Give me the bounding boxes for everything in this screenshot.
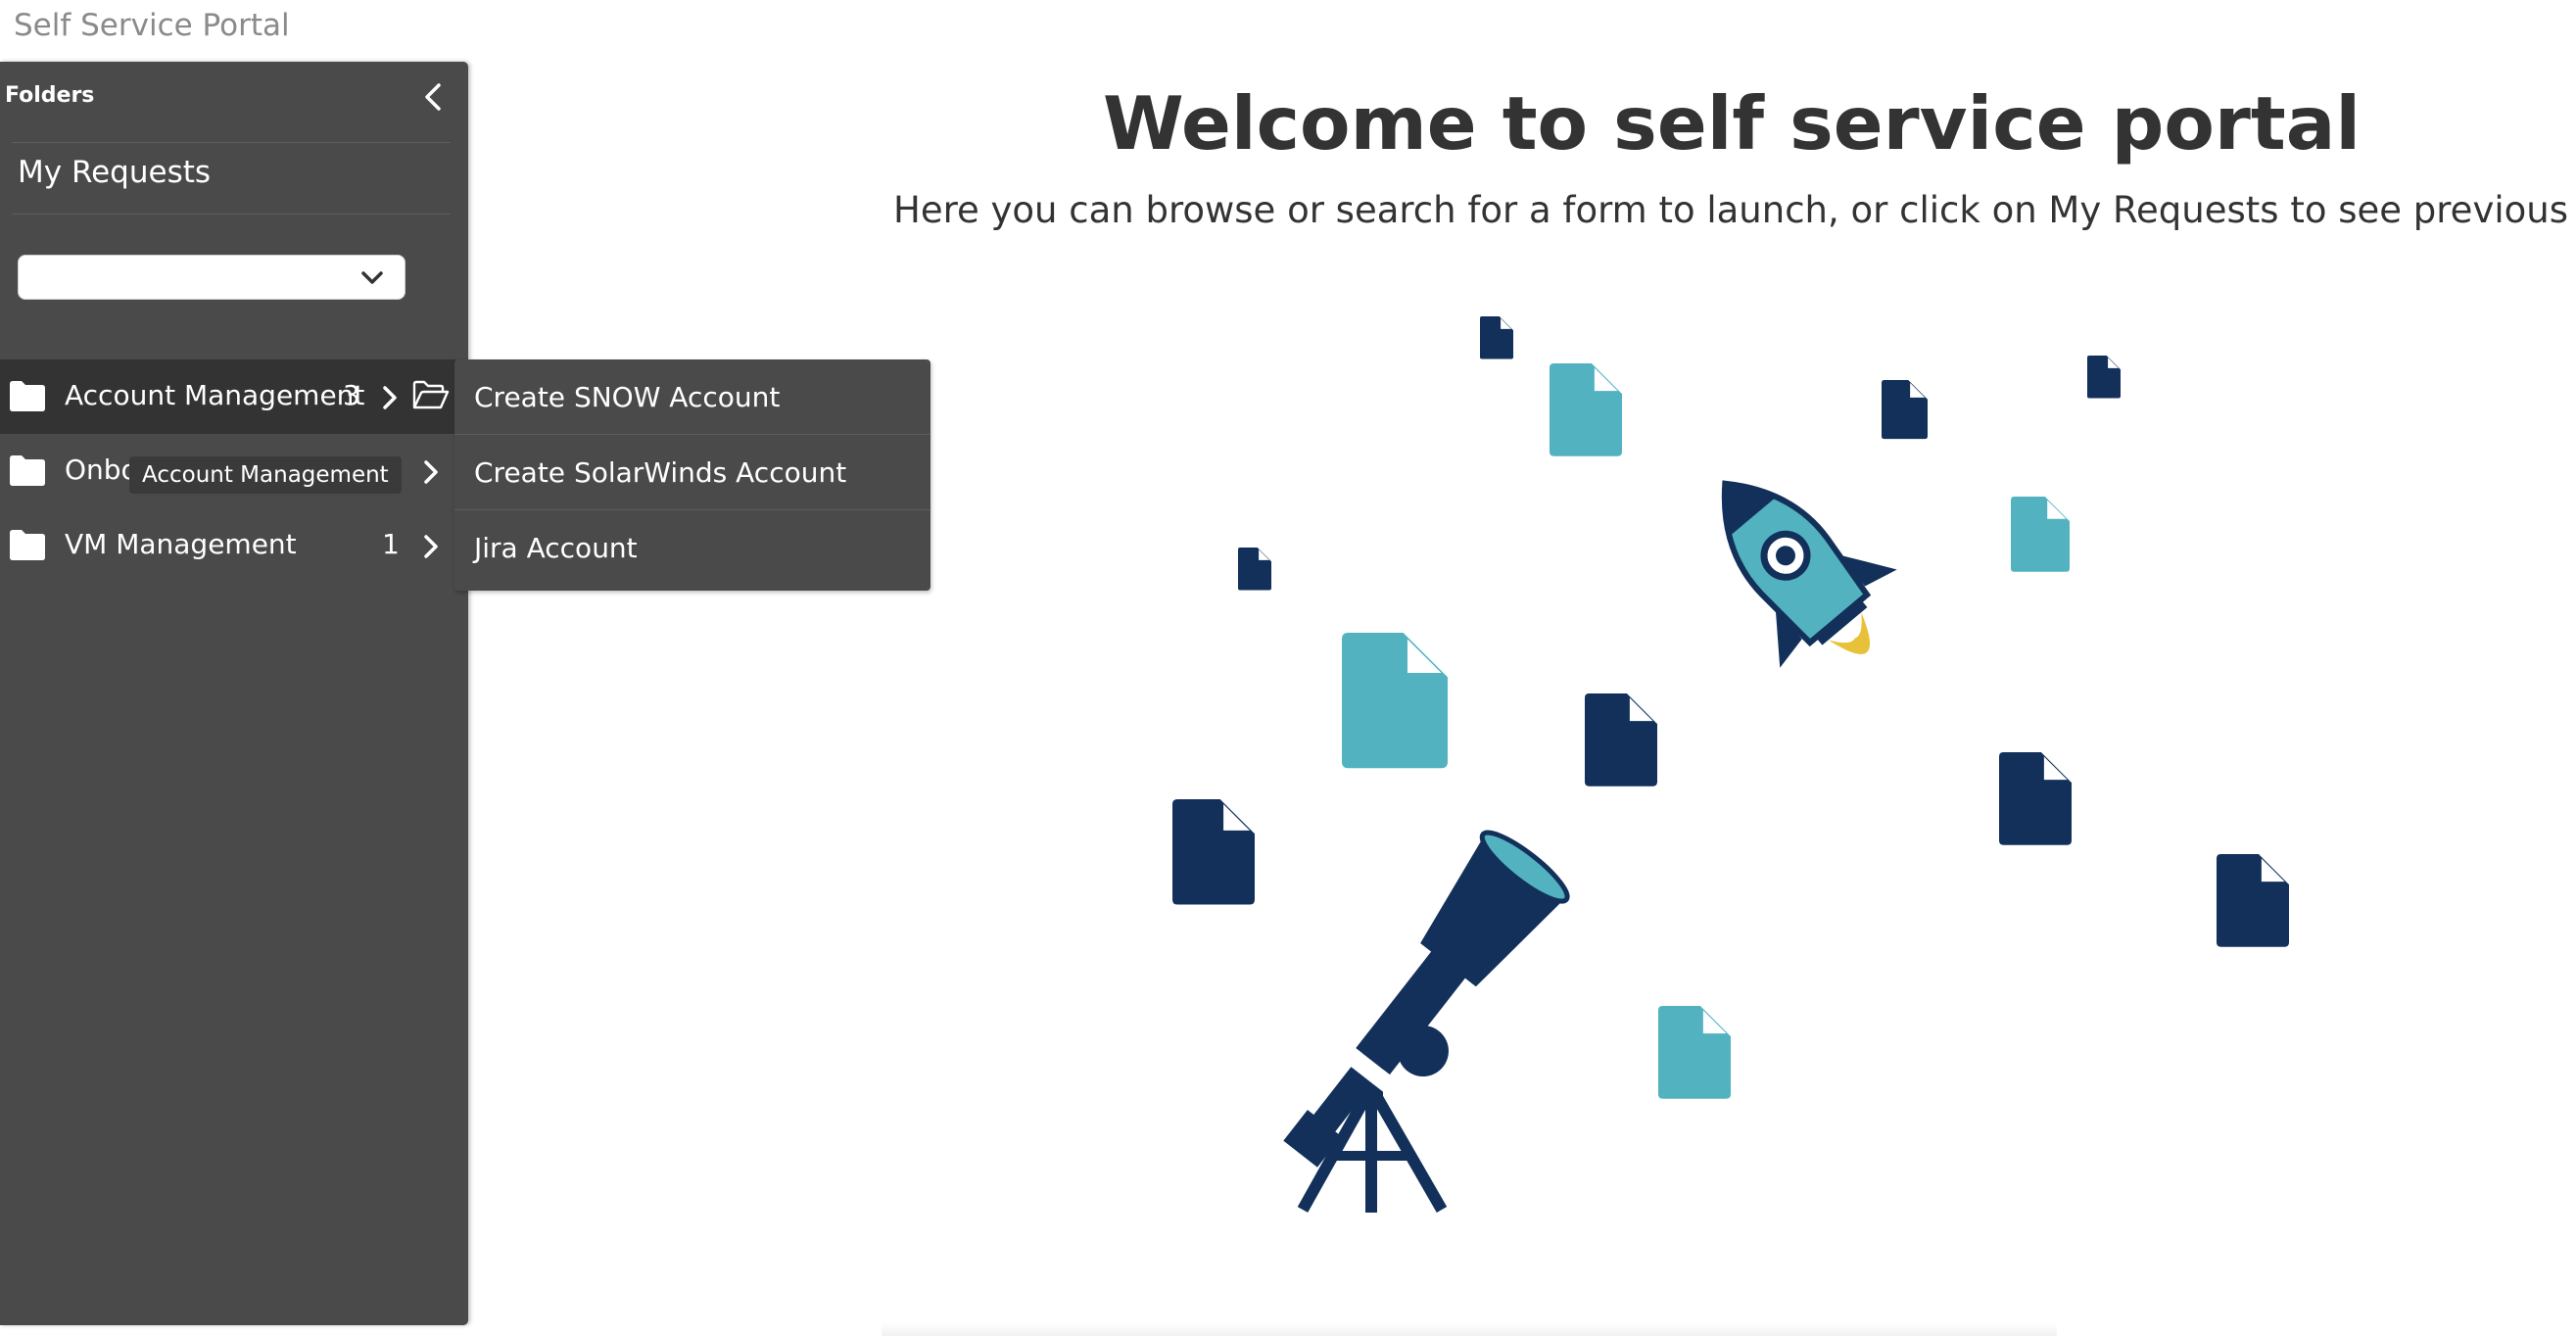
folder-submenu: Create SNOW Account Create SolarWinds Ac… — [454, 359, 930, 591]
divider — [12, 142, 451, 143]
folder-count: 1 — [382, 528, 400, 560]
folder-label: Account Management — [65, 379, 365, 411]
document-icon — [1172, 799, 1255, 905]
document-icon — [2217, 854, 2289, 947]
folder-icon — [10, 530, 45, 560]
document-icon — [1342, 633, 1448, 769]
folders-label: Folders — [5, 83, 95, 108]
document-icon — [1585, 693, 1657, 787]
folder-label: Onbo — [65, 453, 138, 486]
divider — [12, 214, 451, 215]
document-icon — [1999, 752, 2072, 845]
welcome-title: Welcome to self service portal — [1102, 80, 2361, 167]
welcome-subtitle: Here you can browse or search for a form… — [893, 189, 2576, 231]
chevron-down-icon — [361, 271, 383, 284]
folder-icon — [10, 381, 45, 411]
submenu-item-label: Create SNOW Account — [474, 381, 781, 413]
chevron-right-icon — [424, 535, 438, 558]
document-icon — [1658, 1006, 1731, 1099]
rocket-icon — [1721, 480, 1897, 668]
app-title: Self Service Portal — [14, 8, 290, 43]
folder-label: VM Management — [65, 528, 297, 560]
submenu-item-label: Jira Account — [474, 532, 638, 564]
folder-count: 3 — [343, 379, 360, 411]
folder-tooltip: Account Management — [129, 456, 402, 494]
bottom-shadow — [882, 1322, 2057, 1336]
telescope-icon — [1283, 830, 1570, 1213]
submenu-item-create-solarwinds-account[interactable]: Create SolarWinds Account — [454, 435, 930, 510]
document-icon — [2087, 356, 2121, 399]
folders-sidebar: Folders My Requests Account Management 3 — [0, 62, 468, 1325]
document-icon — [1480, 316, 1513, 359]
folder-filter-dropdown[interactable] — [18, 255, 405, 300]
folder-item-vm-management[interactable]: VM Management 1 — [0, 508, 468, 583]
sidebar-header: Folders — [0, 62, 468, 136]
chevron-right-icon — [424, 460, 438, 484]
document-icon — [2011, 497, 2070, 572]
chevron-right-icon — [383, 386, 397, 409]
document-icon — [1882, 380, 1928, 440]
submenu-item-label: Create SolarWinds Account — [474, 456, 847, 489]
chevron-left-icon — [425, 83, 441, 111]
document-icon — [1550, 363, 1622, 456]
collapse-sidebar-button[interactable] — [417, 79, 453, 115]
document-icon — [1238, 548, 1271, 591]
submenu-item-jira-account[interactable]: Jira Account — [454, 510, 930, 586]
folder-item-account-management[interactable]: Account Management 3 — [0, 359, 468, 434]
folder-icon — [10, 455, 45, 486]
folder-open-icon[interactable] — [411, 379, 451, 412]
my-requests-link[interactable]: My Requests — [18, 155, 211, 190]
submenu-item-create-snow-account[interactable]: Create SNOW Account — [454, 359, 930, 435]
